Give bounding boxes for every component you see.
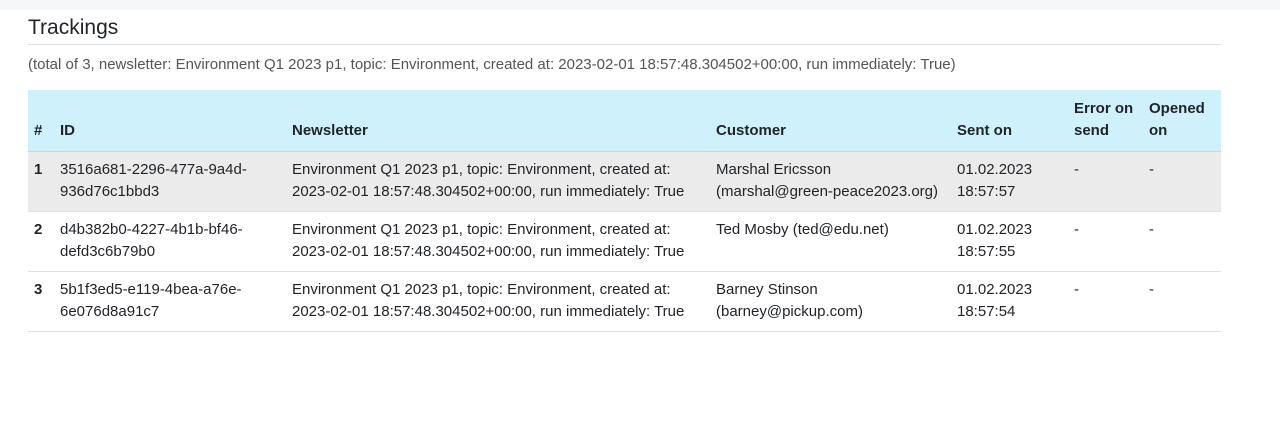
- table-row: 2 d4b382b0-4227-4b1b-bf46-defd3c6b79b0 E…: [28, 211, 1221, 272]
- table-row: 3 5b1f3ed5-e119-4bea-a76e-6e076d8a91c7 E…: [28, 271, 1221, 332]
- sent-on-cell: 01.02.2023 18:57:55: [951, 211, 1068, 272]
- column-header-sent-on: Sent on: [951, 90, 1068, 152]
- error-on-send-cell: -: [1068, 271, 1143, 332]
- main-content: Trackings (total of 3, newsletter: Envir…: [28, 14, 1221, 332]
- row-number: 3: [28, 271, 54, 332]
- newsletter-cell: Environment Q1 2023 p1, topic: Environme…: [286, 271, 710, 332]
- column-header-customer: Customer: [710, 90, 951, 152]
- opened-on-cell: -: [1143, 211, 1221, 272]
- column-header-id: ID: [54, 90, 286, 152]
- customer-cell: Barney Stinson (barney@pickup.com): [710, 271, 951, 332]
- tracking-id: 5b1f3ed5-e119-4bea-a76e-6e076d8a91c7: [54, 271, 286, 332]
- customer-cell: Marshal Ericsson (marshal@green-peace202…: [710, 151, 951, 212]
- customer-cell: Ted Mosby (ted@edu.net): [710, 211, 951, 272]
- column-header-newsletter: Newsletter: [286, 90, 710, 152]
- trackings-table: # ID Newsletter Customer Sent on Error o…: [28, 90, 1221, 332]
- column-header-error-on-send: Error on send: [1068, 90, 1143, 152]
- row-number: 2: [28, 211, 54, 272]
- table-row: 1 3516a681-2296-477a-9a4d-936d76c1bbd3 E…: [28, 151, 1221, 212]
- tracking-id: 3516a681-2296-477a-9a4d-936d76c1bbd3: [54, 151, 286, 212]
- column-header-opened-on: Opened on: [1143, 90, 1221, 152]
- sent-on-cell: 01.02.2023 18:57:57: [951, 151, 1068, 212]
- top-bar: [0, 0, 1280, 10]
- error-on-send-cell: -: [1068, 211, 1143, 272]
- page-subtitle: (total of 3, newsletter: Environment Q1 …: [28, 56, 956, 73]
- newsletter-cell: Environment Q1 2023 p1, topic: Environme…: [286, 151, 710, 212]
- newsletter-cell: Environment Q1 2023 p1, topic: Environme…: [286, 211, 710, 272]
- row-number: 1: [28, 151, 54, 212]
- column-header-num: #: [28, 90, 54, 152]
- error-on-send-cell: -: [1068, 151, 1143, 212]
- opened-on-cell: -: [1143, 271, 1221, 332]
- table-header-row: # ID Newsletter Customer Sent on Error o…: [28, 90, 1221, 152]
- table-body: 1 3516a681-2296-477a-9a4d-936d76c1bbd3 E…: [28, 151, 1221, 332]
- page-title: Trackings: [28, 16, 119, 39]
- table-header: # ID Newsletter Customer Sent on Error o…: [28, 90, 1221, 152]
- opened-on-cell: -: [1143, 151, 1221, 212]
- tracking-id: d4b382b0-4227-4b1b-bf46-defd3c6b79b0: [54, 211, 286, 272]
- sent-on-cell: 01.02.2023 18:57:54: [951, 271, 1068, 332]
- title-divider: [28, 44, 1221, 45]
